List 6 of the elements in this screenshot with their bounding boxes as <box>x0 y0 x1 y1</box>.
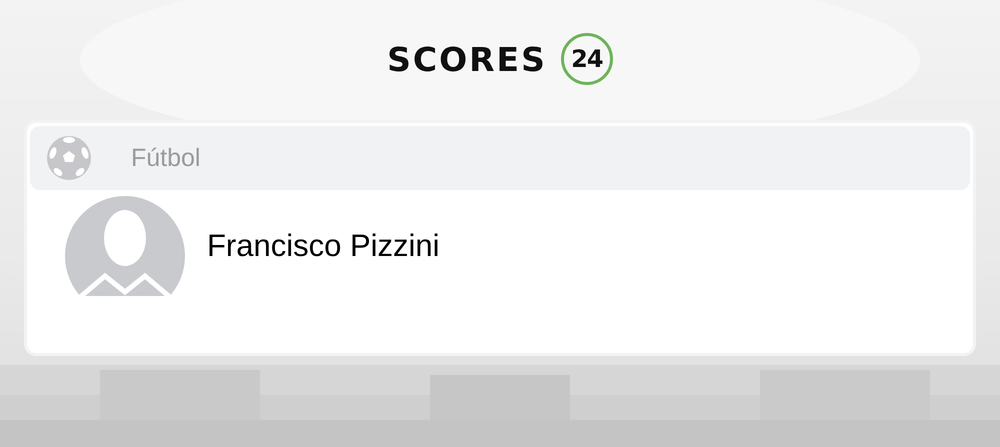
avatar-icon <box>65 196 185 296</box>
player-name[interactable]: Francisco Pizzini <box>207 228 440 264</box>
logo-badge: 24 <box>560 33 613 85</box>
category-label: Fútbol <box>131 144 200 172</box>
logo-text: SCORES <box>387 40 547 78</box>
soccer-ball-icon <box>47 136 91 180</box>
